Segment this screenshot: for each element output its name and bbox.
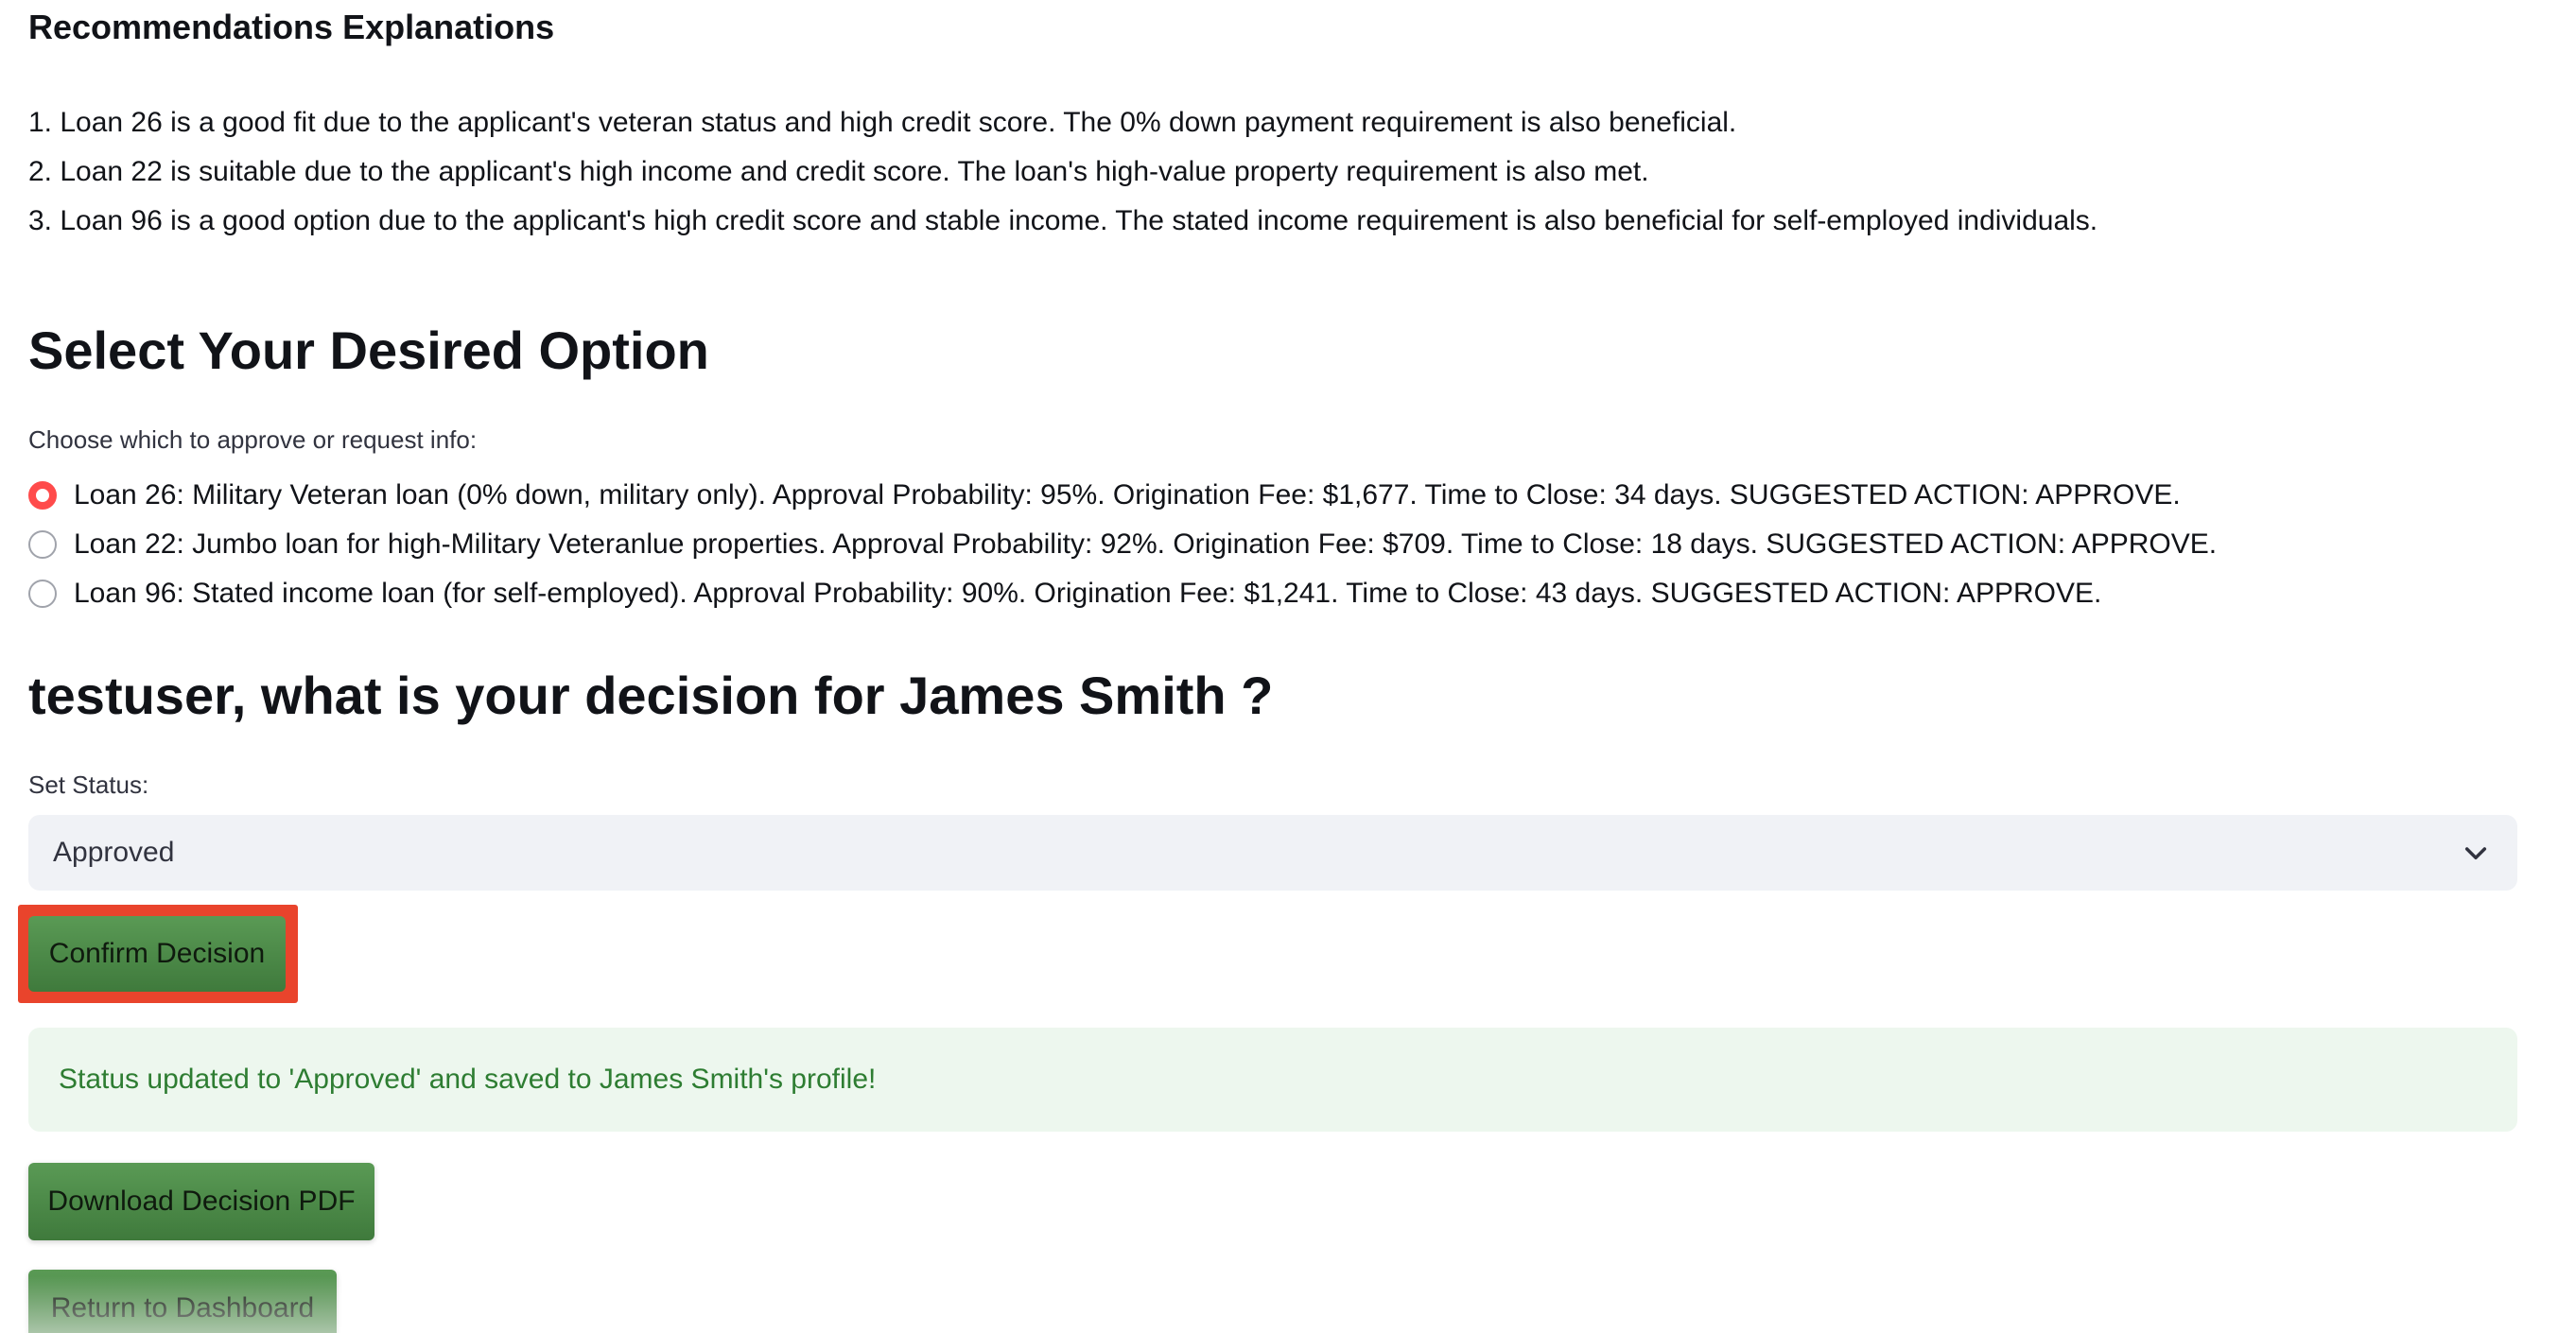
recommendation-item: 3. Loan 96 is a good option due to the a… bbox=[28, 205, 2098, 236]
bottom-fade-overlay bbox=[0, 1276, 2576, 1333]
chevron-down-icon[interactable] bbox=[2461, 838, 2491, 868]
return-to-dashboard-button[interactable]: Return to Dashboard bbox=[28, 1270, 337, 1333]
download-decision-pdf-button[interactable]: Download Decision PDF bbox=[28, 1163, 374, 1240]
recommendation-item: 2. Loan 22 is suitable due to the applic… bbox=[28, 156, 1649, 187]
loan-option-label: Loan 22: Jumbo loan for high-Military Ve… bbox=[74, 528, 2218, 560]
page: Recommendations Explanations 1. Loan 26 … bbox=[0, 0, 2576, 1333]
status-select[interactable]: Approved bbox=[28, 815, 2517, 891]
select-option-heading: Select Your Desired Option bbox=[28, 320, 709, 380]
radio-button[interactable] bbox=[28, 580, 57, 608]
decision-heading: testuser, what is your decision for Jame… bbox=[28, 666, 1274, 725]
status-select-label: Set Status: bbox=[28, 770, 149, 799]
loan-option-label: Loan 26: Military Veteran loan (0% down,… bbox=[74, 479, 2181, 511]
success-alert: Status updated to 'Approved' and saved t… bbox=[28, 1028, 2517, 1132]
success-message: Status updated to 'Approved' and saved t… bbox=[59, 1064, 877, 1095]
status-select-value: Approved bbox=[53, 837, 175, 868]
recommendations-list: 1. Loan 26 is a good fit due to the appl… bbox=[28, 98, 2517, 246]
radio-group-label: Choose which to approve or request info: bbox=[28, 425, 478, 454]
loan-option-label: Loan 96: Stated income loan (for self-em… bbox=[74, 578, 2102, 609]
radio-button-checked[interactable] bbox=[28, 481, 57, 510]
recommendations-heading: Recommendations Explanations bbox=[28, 8, 555, 46]
radio-button[interactable] bbox=[28, 530, 57, 559]
loan-option-26[interactable]: Loan 26: Military Veteran loan (0% down,… bbox=[28, 471, 2517, 520]
confirm-decision-button[interactable]: Confirm Decision bbox=[28, 916, 286, 992]
recommendation-item: 1. Loan 26 is a good fit due to the appl… bbox=[28, 107, 1737, 138]
loan-option-96[interactable]: Loan 96: Stated income loan (for self-em… bbox=[28, 569, 2517, 618]
loan-option-radio-group: Loan 26: Military Veteran loan (0% down,… bbox=[28, 471, 2517, 618]
loan-option-22[interactable]: Loan 22: Jumbo loan for high-Military Ve… bbox=[28, 520, 2517, 569]
